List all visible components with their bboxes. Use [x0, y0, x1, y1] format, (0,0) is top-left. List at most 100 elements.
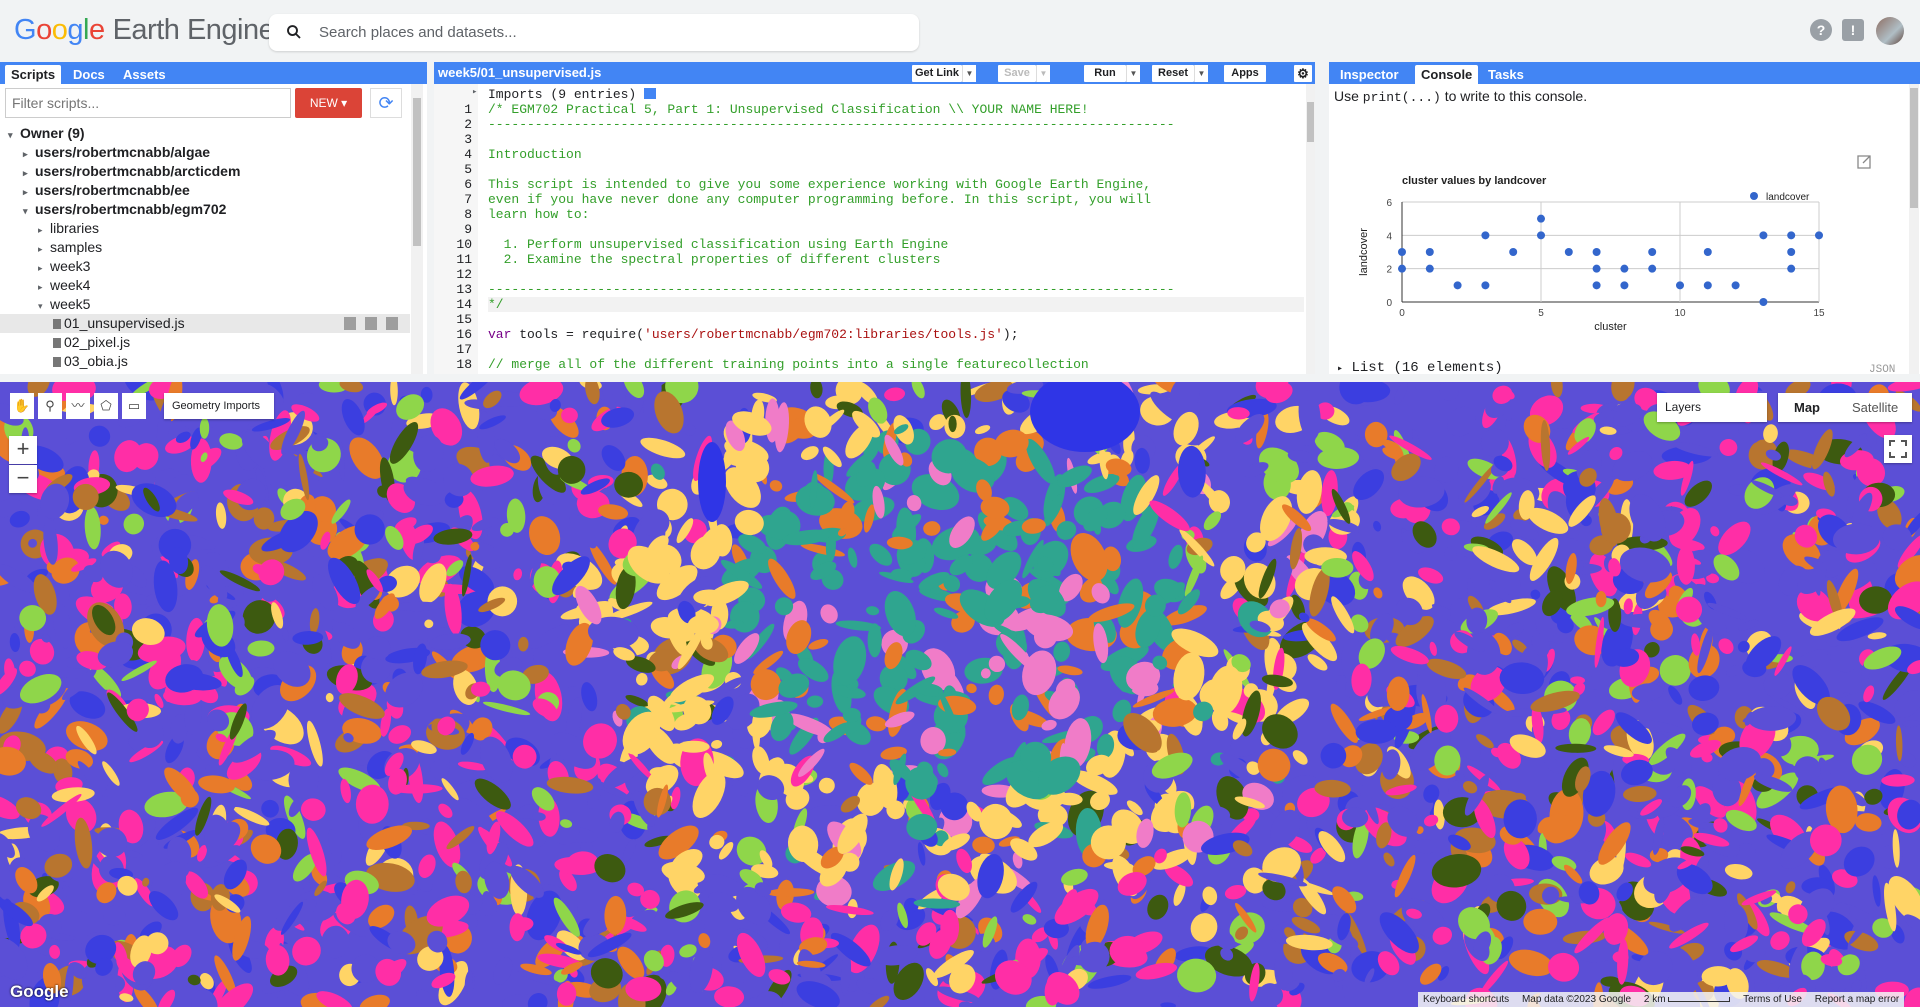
tree-folder-item[interactable]: ▸ users/robertmcnabb/arcticdem — [0, 162, 410, 181]
left-divider[interactable] — [427, 62, 434, 374]
open-in-new-icon[interactable] — [1857, 155, 1871, 169]
layers-button[interactable]: Layers — [1657, 393, 1767, 422]
tab-scripts[interactable]: Scripts — [5, 65, 62, 84]
map-attribution: Keyboard shortcuts Map data ©2023 Google… — [1418, 992, 1905, 1007]
data-point — [1620, 264, 1629, 273]
script-file-item[interactable]: 01_unsupervised.js — [0, 314, 410, 333]
code-line[interactable]: ----------------------------------------… — [488, 282, 1175, 297]
avatar[interactable] — [1876, 17, 1904, 45]
tree-item-label: users/robertmcnabb/algae — [35, 144, 211, 160]
tab-assets[interactable]: Assets — [117, 65, 172, 84]
console-scrollbar[interactable] — [1909, 84, 1919, 374]
save-dropdown-icon[interactable]: ▼ — [1036, 65, 1050, 82]
line-icon[interactable]: 〰 — [66, 393, 90, 419]
scripts-scrollbar[interactable] — [411, 84, 423, 374]
tab-inspector[interactable]: Inspector — [1334, 65, 1405, 84]
code-line[interactable]: 1. Perform unsupervised classification u… — [488, 237, 949, 252]
tree-item-label: week4 — [50, 277, 91, 293]
x-tick-label: 0 — [1399, 308, 1405, 319]
refresh-icon[interactable]: ⟳ — [370, 88, 402, 118]
logo-product-text: Earth Engine — [112, 14, 275, 46]
tree-folder-item[interactable]: ▾ users/robertmcnabb/egm702 — [0, 200, 410, 219]
imports-doc-icon[interactable] — [644, 88, 657, 99]
x-tick-label: 10 — [1674, 308, 1686, 319]
map-type-satellite[interactable]: Satellite — [1852, 393, 1898, 422]
tab-docs[interactable]: Docs — [67, 65, 111, 84]
script-file-item[interactable]: 03_obia.js — [0, 352, 410, 371]
file-icon — [53, 338, 61, 348]
imports-expand-icon[interactable]: ▸ — [472, 87, 477, 97]
google-earth-engine-logo[interactable]: Google Earth Engine — [14, 14, 275, 47]
help-icon[interactable]: ? — [1810, 19, 1832, 41]
code-line[interactable]: learn how to: — [488, 207, 589, 222]
feedback-icon[interactable]: ! — [1842, 19, 1864, 41]
get-link-button[interactable]: Get Link — [912, 65, 962, 82]
apps-button[interactable]: Apps — [1224, 65, 1266, 82]
marker-icon[interactable]: ⚲ — [38, 393, 62, 419]
search-box[interactable] — [269, 14, 919, 51]
map-canvas[interactable] — [0, 382, 1920, 1007]
imports-line[interactable]: Imports (9 entries) — [488, 87, 657, 102]
reset-dropdown-icon[interactable]: ▼ — [1194, 65, 1208, 82]
fullscreen-icon[interactable] — [1884, 435, 1912, 463]
tree-folder-item[interactable]: ▸ samples — [0, 238, 410, 257]
save-button[interactable]: Save — [998, 65, 1036, 82]
settings-gear-icon[interactable]: ⚙ — [1294, 65, 1312, 82]
tab-console[interactable]: Console — [1415, 65, 1479, 84]
tree-folder-item[interactable]: ▸ week3 — [0, 257, 410, 276]
map-type-map[interactable]: Map — [1794, 393, 1820, 422]
search-input[interactable] — [319, 20, 899, 44]
code-editor[interactable]: 1 2 3 4 5 6 7 8 9 10 11 12 13 14 15 16 17 18 ▸ Imports (9… — [434, 84, 1315, 374]
imports-label: Imports (9 entries) — [488, 87, 637, 102]
edit-icon[interactable] — [365, 317, 377, 330]
zoom-in-button[interactable]: + — [9, 436, 37, 464]
data-point — [1592, 248, 1601, 256]
code-line[interactable]: 2. Examine the spectral properties of di… — [488, 252, 941, 267]
code-line[interactable]: This script is intended to give you some… — [488, 177, 1151, 192]
right-divider[interactable] — [1315, 62, 1329, 374]
terms-link[interactable]: Terms of Use — [1738, 992, 1807, 1007]
filter-scripts-input[interactable] — [5, 88, 291, 118]
tree-folder-item[interactable]: ▾ week5 — [0, 295, 410, 314]
tree-folder-item[interactable]: ▸ users/robertmcnabb/ee — [0, 181, 410, 200]
report-error-link[interactable]: Report a map error — [1810, 992, 1904, 1007]
data-point — [1759, 298, 1768, 306]
tree-folder-item[interactable]: ▸ libraries — [0, 219, 410, 238]
zoom-out-button[interactable]: − — [9, 465, 37, 493]
code-line[interactable]: var tools = require('users/robertmcnabb/… — [488, 327, 1019, 342]
code-line[interactable]: ----------------------------------------… — [488, 117, 1175, 132]
code-line[interactable]: Introduction — [488, 147, 582, 162]
code-line[interactable]: */ — [488, 297, 1304, 312]
delete-icon[interactable] — [386, 317, 398, 330]
left-panel-tabbar: Scripts Docs Assets — [0, 62, 427, 84]
data-point — [1398, 264, 1406, 273]
map-divider[interactable] — [0, 374, 1920, 382]
run-button[interactable]: Run — [1084, 65, 1126, 82]
line-number: 13 — [456, 282, 472, 297]
code-line[interactable]: // merge all of the different training p… — [488, 357, 1089, 372]
code-line[interactable]: /* EGM702 Practical 5, Part 1: Unsupervi… — [488, 102, 1089, 117]
rectangle-icon[interactable]: ▭ — [122, 393, 146, 419]
script-file-item[interactable]: 02_pixel.js — [0, 333, 410, 352]
history-icon[interactable] — [344, 317, 356, 330]
data-point — [1703, 281, 1712, 290]
code-line[interactable]: even if you have never done any computer… — [488, 192, 1151, 207]
keyboard-shortcuts-link[interactable]: Keyboard shortcuts — [1418, 992, 1514, 1007]
x-axis-label: cluster — [1594, 321, 1627, 333]
right-panel-tabbar: Inspector Console Tasks — [1329, 62, 1920, 84]
hand-icon[interactable]: ✋ — [10, 393, 34, 419]
tree-folder-item[interactable]: ▸ week4 — [0, 276, 410, 295]
data-point — [1453, 281, 1462, 290]
tree-item-label: users/robertmcnabb/arcticdem — [35, 163, 241, 179]
line-number: 15 — [456, 312, 472, 327]
get-link-dropdown-icon[interactable]: ▼ — [962, 65, 976, 82]
tree-folder-item[interactable]: ▾ Owner (9) — [0, 124, 410, 143]
polygon-icon[interactable]: ⬠ — [94, 393, 118, 419]
tree-folder-item[interactable]: ▸ users/robertmcnabb/algae — [0, 143, 410, 162]
tab-tasks[interactable]: Tasks — [1482, 65, 1530, 84]
new-button[interactable]: NEW ▾ — [295, 88, 362, 118]
geometry-imports-button[interactable]: Geometry Imports — [164, 393, 274, 419]
editor-scrollbar[interactable] — [1306, 84, 1315, 374]
run-dropdown-icon[interactable]: ▼ — [1126, 65, 1140, 82]
reset-button[interactable]: Reset — [1152, 65, 1194, 82]
